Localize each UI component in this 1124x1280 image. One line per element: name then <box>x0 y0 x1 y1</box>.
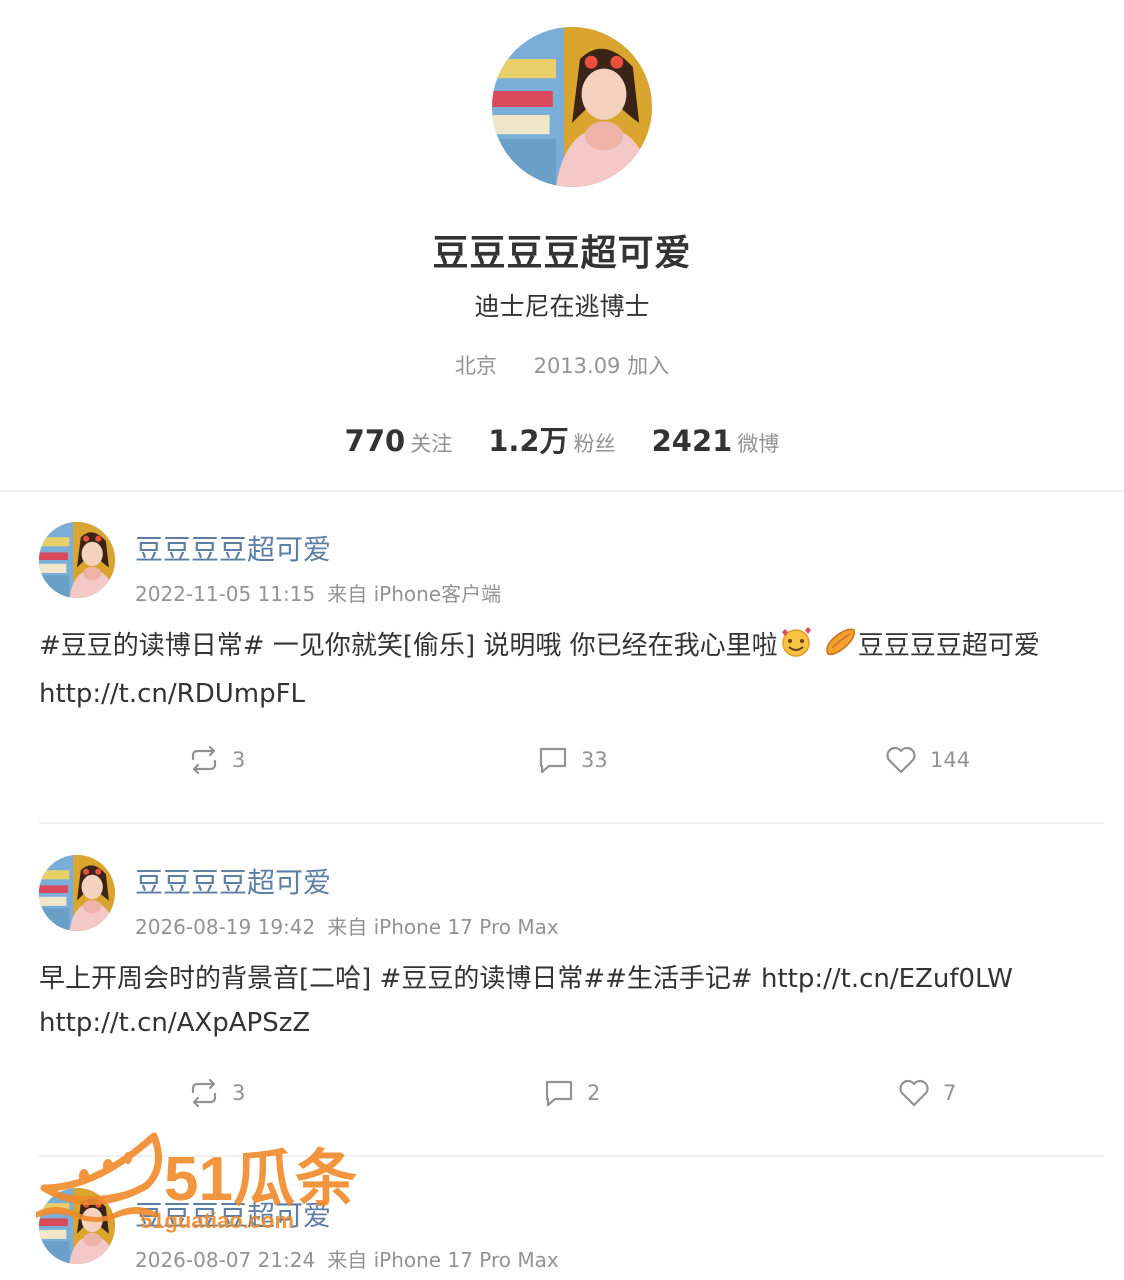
comment-count: 2 <box>587 1081 601 1105</box>
watermelon-logo-icon <box>40 1132 162 1205</box>
stat-label: 关注 <box>410 432 453 456</box>
post-link[interactable]: http://t.cn/AXpAPSzZ <box>39 1008 310 1038</box>
post-time: 2026-08-07 21:24 <box>135 1248 316 1272</box>
stat-number: 2421 <box>651 424 733 458</box>
repost-count: 3 <box>232 748 246 772</box>
comment-icon <box>545 1080 573 1107</box>
profile-avatar[interactable] <box>492 27 652 187</box>
comment-button[interactable]: 2 <box>543 1077 600 1109</box>
post-avatar[interactable] <box>39 855 115 931</box>
stat-number: 770 <box>344 424 406 458</box>
watermark-brand: 51瓜条 <box>164 1145 357 1214</box>
sweet-potato-icon <box>822 626 858 672</box>
stat-label: 粉丝 <box>573 432 616 456</box>
post-text-main: #豆豆的读博日常# 一见你就笑[偷乐] 说明哦 你已经在我心里啦 <box>39 631 778 661</box>
like-count: 7 <box>943 1081 957 1105</box>
repost-icon <box>191 745 217 775</box>
post-avatar[interactable] <box>39 522 115 598</box>
stat-followers[interactable]: 1.2万 粉丝 <box>488 418 615 460</box>
like-button[interactable]: 7 <box>897 1077 956 1109</box>
comment-button[interactable]: 33 <box>537 744 608 776</box>
stat-label: 微博 <box>737 432 780 456</box>
post-meta: 2026-08-07 21:24 来自 iPhone 17 Pro Max <box>135 1244 559 1273</box>
post-actions: 3 33 144 <box>0 744 1124 784</box>
watermark-url: 51guatiao.com <box>140 1208 294 1233</box>
post-divider <box>39 822 1104 824</box>
post-link[interactable]: http://t.cn/EZuf0LW <box>761 964 1013 994</box>
post-meta: 2026-08-19 19:42 来自 iPhone 17 Pro Max <box>135 911 559 940</box>
repost-button[interactable]: 3 <box>188 1077 245 1109</box>
heart-icon <box>886 746 916 774</box>
post-actions: 3 2 7 <box>0 1077 1124 1117</box>
stat-posts[interactable]: 2421 微博 <box>652 424 780 458</box>
post-source: 来自 iPhone 17 Pro Max <box>327 1248 559 1272</box>
repost-icon <box>191 1078 217 1108</box>
post-author[interactable]: 豆豆豆豆超可爱 <box>135 861 331 901</box>
header-divider <box>0 490 1124 492</box>
repost-button[interactable]: 3 <box>188 744 245 776</box>
post-meta: 2022-11-05 11:15 来自 iPhone客户端 <box>135 578 501 607</box>
stat-number: 1.2万 <box>488 424 569 458</box>
post-text: 早上开周会时的背景音[二哈] #豆豆的读博日常##生活手记# http://t.… <box>39 957 1089 1045</box>
like-count: 144 <box>930 748 971 772</box>
repost-count: 3 <box>232 1081 246 1105</box>
profile-meta: 北京 2013.09 加入 <box>0 350 1124 380</box>
post-time: 2022-11-05 11:15 <box>135 582 316 606</box>
post-time: 2026-08-19 19:42 <box>135 915 316 939</box>
post-author[interactable]: 豆豆豆豆超可爱 <box>135 528 331 568</box>
watermark-logo: 51瓜条 51guatiao.com <box>36 1128 396 1238</box>
like-button[interactable]: 144 <box>884 744 970 776</box>
stat-following[interactable]: 770 关注 <box>345 424 453 458</box>
profile-bio: 迪士尼在逃博士 <box>474 292 650 321</box>
post-link[interactable]: http://t.cn/RDUmpFL <box>39 679 305 709</box>
profile-name: 豆豆豆豆超可爱 <box>432 233 692 274</box>
profile-location: 北京 <box>454 354 497 378</box>
profile-stats: 770 关注 1.2万 粉丝 2421 微博 <box>0 418 1124 460</box>
post-text: #豆豆的读博日常# 一见你就笑[偷乐] 说明哦 你已经在我心里啦 豆豆豆豆超可爱… <box>39 624 1089 716</box>
post-text-mention: 豆豆豆豆超可爱 <box>857 631 1040 661</box>
profile-joined: 2013.09 加入 <box>533 354 670 378</box>
comment-count: 33 <box>581 748 608 772</box>
heart-icon <box>899 1079 929 1107</box>
post-source: 来自 iPhone客户端 <box>327 582 502 606</box>
smiling-face-hearts-icon <box>778 626 814 672</box>
comment-icon <box>539 747 567 774</box>
post-source: 来自 iPhone 17 Pro Max <box>327 915 559 939</box>
post-text-main: 早上开周会时的背景音[二哈] #豆豆的读博日常##生活手记# <box>39 964 753 994</box>
